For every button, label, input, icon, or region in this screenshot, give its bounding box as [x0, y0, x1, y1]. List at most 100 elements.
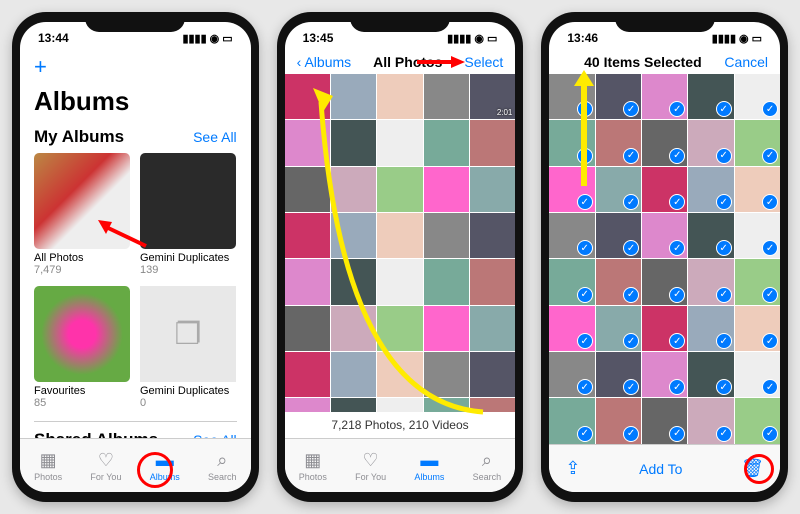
photo-cell[interactable]	[470, 120, 515, 165]
photo-cell[interactable]	[377, 352, 422, 397]
photo-cell-selected[interactable]: ✓	[688, 259, 733, 304]
photo-cell-selected[interactable]: ✓	[688, 352, 733, 397]
photo-cell-selected[interactable]: ✓	[688, 167, 733, 212]
photo-cell-selected[interactable]: ✓	[642, 398, 687, 443]
photo-cell-selected[interactable]: ✓	[642, 352, 687, 397]
photo-cell[interactable]	[470, 259, 515, 304]
add-button[interactable]: +	[32, 54, 47, 80]
photo-cell-selected[interactable]: ✓	[642, 120, 687, 165]
photo-cell[interactable]	[331, 398, 376, 412]
photo-cell-selected[interactable]: ✓	[735, 306, 780, 351]
tab-albums[interactable]: ▬Albums	[150, 450, 180, 482]
photo-cell-selected[interactable]: ✓	[642, 213, 687, 258]
photo-cell-selected[interactable]: ✓	[642, 259, 687, 304]
photo-cell-selected[interactable]: ✓	[688, 120, 733, 165]
photo-cell-selected[interactable]: ✓	[549, 259, 594, 304]
photo-cell-selected[interactable]: ✓	[735, 167, 780, 212]
photo-cell[interactable]	[285, 120, 330, 165]
photo-cell-selected[interactable]: ✓	[642, 306, 687, 351]
add-to-button[interactable]: Add To	[639, 461, 682, 477]
photo-cell[interactable]	[377, 167, 422, 212]
photo-cell[interactable]	[424, 74, 469, 119]
photo-cell[interactable]	[424, 120, 469, 165]
photo-cell[interactable]	[424, 213, 469, 258]
photo-cell[interactable]	[470, 352, 515, 397]
tab-photos[interactable]: ▦Photos	[34, 450, 62, 482]
tab-albums[interactable]: ▬Albums	[414, 450, 444, 482]
photo-cell[interactable]	[285, 213, 330, 258]
photo-cell-selected[interactable]: ✓	[596, 398, 641, 443]
album-gemini-2[interactable]: ❐ Gemini Duplicates 0	[140, 286, 236, 409]
photo-cell[interactable]	[377, 74, 422, 119]
photo-cell[interactable]	[470, 306, 515, 351]
photo-cell[interactable]	[331, 120, 376, 165]
photo-cell[interactable]	[377, 306, 422, 351]
photo-cell[interactable]: 2:01	[470, 74, 515, 119]
photo-cell-selected[interactable]: ✓	[596, 259, 641, 304]
share-button[interactable]: ⇪	[565, 458, 580, 479]
photo-cell[interactable]	[285, 398, 330, 412]
photo-cell[interactable]	[470, 167, 515, 212]
photo-cell-selected[interactable]: ✓	[596, 74, 641, 119]
photo-cell-selected[interactable]: ✓	[549, 398, 594, 443]
photo-cell[interactable]	[470, 213, 515, 258]
photo-cell-selected[interactable]: ✓	[688, 74, 733, 119]
photo-cell-selected[interactable]: ✓	[735, 120, 780, 165]
photo-cell[interactable]	[331, 213, 376, 258]
cancel-button[interactable]: Cancel	[724, 54, 768, 70]
photo-cell-selected[interactable]: ✓	[596, 213, 641, 258]
tab-search[interactable]: ⌕Search	[473, 450, 502, 482]
photo-cell-selected[interactable]: ✓	[549, 352, 594, 397]
photo-cell-selected[interactable]: ✓	[688, 213, 733, 258]
photo-cell-selected[interactable]: ✓	[735, 74, 780, 119]
photo-cell-selected[interactable]: ✓	[642, 167, 687, 212]
photo-cell[interactable]	[331, 259, 376, 304]
photo-cell-selected[interactable]: ✓	[688, 398, 733, 443]
photo-cell[interactable]	[424, 352, 469, 397]
photo-cell-selected[interactable]: ✓	[688, 306, 733, 351]
photo-cell[interactable]	[285, 352, 330, 397]
photo-cell[interactable]	[285, 167, 330, 212]
photo-cell[interactable]	[424, 259, 469, 304]
photo-cell[interactable]	[285, 259, 330, 304]
photo-cell[interactable]	[331, 352, 376, 397]
trash-button[interactable]: 🗑	[741, 458, 764, 479]
photo-cell[interactable]	[424, 167, 469, 212]
back-button[interactable]: ‹ Albums	[297, 54, 351, 70]
photo-cell-selected[interactable]: ✓	[735, 398, 780, 443]
photo-cell-selected[interactable]: ✓	[596, 352, 641, 397]
photo-cell[interactable]	[331, 167, 376, 212]
photo-cell[interactable]	[377, 259, 422, 304]
photo-cell[interactable]	[377, 398, 422, 412]
photo-cell[interactable]	[331, 74, 376, 119]
photo-cell[interactable]	[331, 306, 376, 351]
tab-photos[interactable]: ▦Photos	[299, 450, 327, 482]
photo-cell[interactable]	[377, 213, 422, 258]
photo-cell[interactable]	[424, 398, 469, 412]
photo-cell[interactable]	[424, 306, 469, 351]
album-favourites[interactable]: Favourites 85	[34, 286, 130, 409]
photo-cell[interactable]	[470, 398, 515, 412]
select-button[interactable]: Select	[464, 54, 503, 70]
photo-cell-selected[interactable]: ✓	[596, 167, 641, 212]
photo-cell-selected[interactable]: ✓	[549, 74, 594, 119]
photo-cell-selected[interactable]: ✓	[549, 120, 594, 165]
photo-cell-selected[interactable]: ✓	[735, 213, 780, 258]
see-all-link[interactable]: See All	[193, 129, 237, 145]
photo-cell-selected[interactable]: ✓	[549, 213, 594, 258]
album-gemini-1[interactable]: Gemini Duplicates 139	[140, 153, 236, 276]
tab-foryou[interactable]: ♡For You	[355, 450, 386, 482]
album-all-photos[interactable]: All Photos 7,479	[34, 153, 130, 276]
photo-cell[interactable]	[285, 74, 330, 119]
photo-cell-selected[interactable]: ✓	[549, 306, 594, 351]
photo-cell-selected[interactable]: ✓	[735, 259, 780, 304]
photo-cell-selected[interactable]: ✓	[596, 306, 641, 351]
photo-cell-selected[interactable]: ✓	[596, 120, 641, 165]
photo-cell-selected[interactable]: ✓	[642, 74, 687, 119]
photo-cell[interactable]	[377, 120, 422, 165]
photo-cell-selected[interactable]: ✓	[549, 167, 594, 212]
tab-foryou[interactable]: ♡For You	[90, 450, 121, 482]
photo-cell-selected[interactable]: ✓	[735, 352, 780, 397]
tab-search[interactable]: ⌕Search	[208, 450, 237, 482]
photo-cell[interactable]	[285, 306, 330, 351]
